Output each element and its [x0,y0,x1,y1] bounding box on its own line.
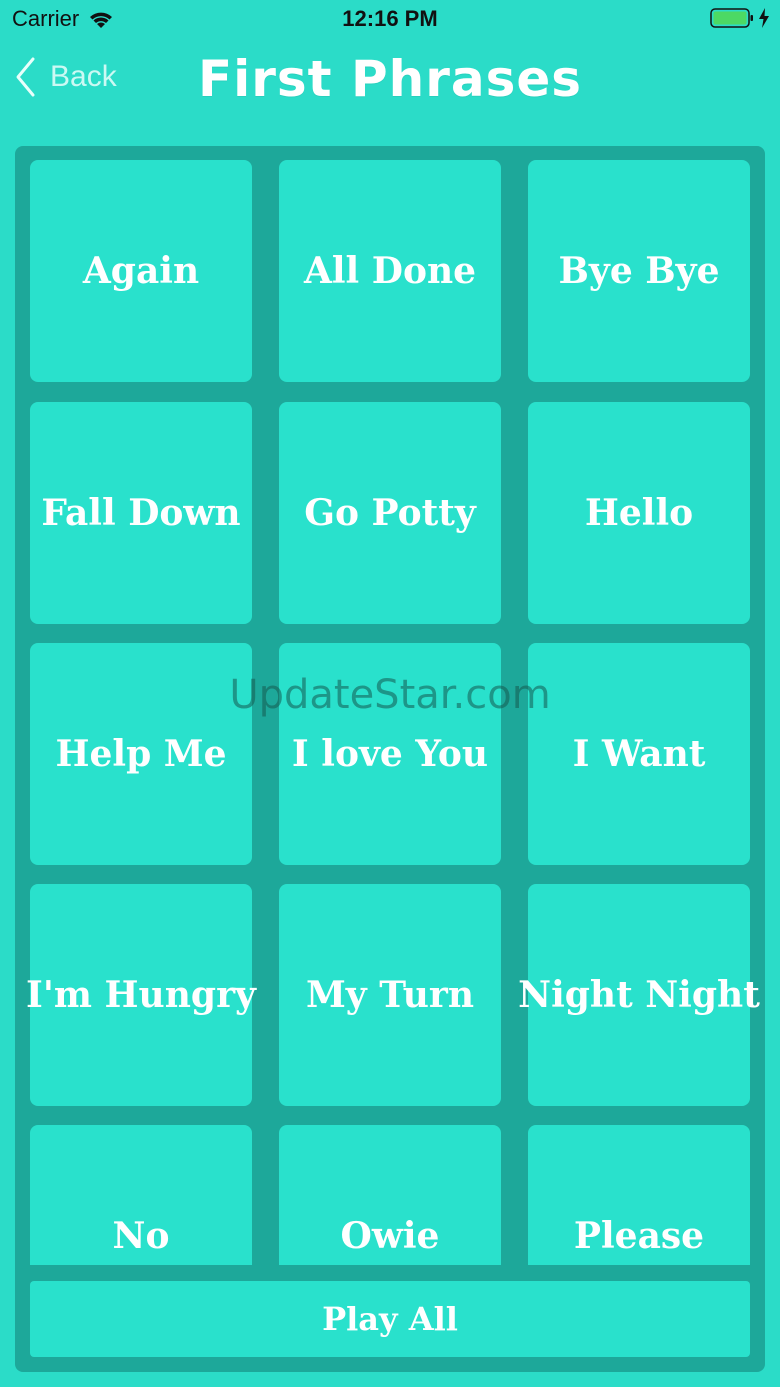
phrase-grid: Again All Done Bye Bye Fall Down Go Pott… [15,146,765,1372]
phrase-tile-bye-bye[interactable]: Bye Bye [528,160,750,382]
status-time: 12:16 PM [342,6,438,31]
page-title: First Phrases [197,50,583,108]
phrase-tile-hello[interactable]: Hello [528,402,750,624]
phrase-tile-again[interactable]: Again [30,160,252,382]
phrase-tile-i-love-you[interactable]: I love You [279,643,501,865]
battery-indicator [710,8,770,28]
phrase-tile-my-turn[interactable]: My Turn [279,884,501,1106]
phrase-tile-fall-down[interactable]: Fall Down [30,402,252,624]
phrase-tile-please[interactable]: Please [528,1125,750,1265]
phrase-tile-help-me[interactable]: Help Me [30,643,252,865]
navigation-bar: Back First Phrases [0,40,780,130]
play-all-button[interactable]: Play All [30,1281,750,1357]
phrase-tile-go-potty[interactable]: Go Potty [279,402,501,624]
phrase-tile-im-hungry[interactable]: I'm Hungry [26,884,256,1106]
phrase-tile-owie[interactable]: Owie [279,1125,501,1265]
phrase-tile-night-night[interactable]: Night Night [518,884,760,1106]
phrase-tile-no[interactable]: No [30,1125,252,1265]
charging-bolt-icon [758,8,770,28]
status-bar: Carrier 12:16 PM [0,0,780,40]
phrase-tile-i-want[interactable]: I Want [528,643,750,865]
battery-icon [710,8,754,28]
phrase-tile-all-done[interactable]: All Done [279,160,501,382]
